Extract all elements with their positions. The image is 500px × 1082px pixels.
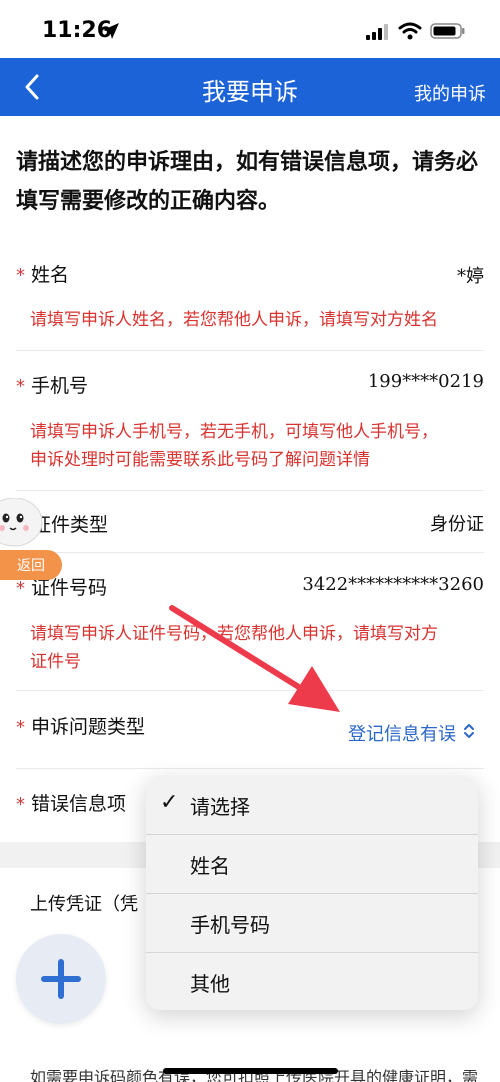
- mascot-icon: [0, 497, 43, 547]
- id-type-value[interactable]: 身份证: [430, 510, 484, 536]
- intro-text: 请描述您的申诉理由，如有错误信息项，请务必填写需要修改的正确内容。: [16, 150, 479, 214]
- dropdown-option-other[interactable]: 其他: [146, 953, 478, 1010]
- wifi-icon: [398, 22, 422, 44]
- navigation-bar: 我要申诉 我的申诉: [0, 58, 500, 116]
- chevron-updown-icon[interactable]: [462, 722, 476, 744]
- name-hint: 请填写申诉人姓名，若您帮他人申诉，请填写对方姓名: [30, 310, 438, 330]
- id-number-value[interactable]: 3422**********3260: [302, 574, 484, 595]
- issue-type-select[interactable]: 登记信息有误: [348, 720, 456, 746]
- phone-value[interactable]: 199****0219: [368, 371, 484, 392]
- location-arrow-icon: [102, 22, 120, 44]
- annotation-arrow-icon: [169, 605, 340, 712]
- status-bar: 11:26: [0, 0, 500, 58]
- add-photo-button[interactable]: [16, 934, 106, 1024]
- phone-field-label: * 手机号: [16, 375, 89, 397]
- name-field-label: * 姓名: [16, 264, 70, 286]
- my-appeals-link[interactable]: 我的申诉: [414, 80, 486, 106]
- floating-back-button[interactable]: 返回: [0, 550, 62, 580]
- required-mark: *: [16, 265, 25, 286]
- divider: [16, 350, 484, 351]
- plus-icon: [41, 959, 81, 999]
- dropdown-option-phone[interactable]: 手机号码: [146, 894, 478, 952]
- name-value[interactable]: *婷: [457, 262, 484, 288]
- upload-label: 上传凭证（凭: [30, 894, 138, 915]
- battery-icon: [430, 23, 466, 43]
- required-mark: *: [16, 376, 25, 397]
- phone-hint: 请填写申诉人手机号，若无手机，可填写他人手机号， 申诉处理时可能需要联系此号码了…: [30, 422, 438, 470]
- error-item-label: * 错误信息项: [16, 793, 127, 815]
- divider: [16, 552, 484, 553]
- divider: [16, 768, 484, 769]
- home-indicator: [163, 1068, 338, 1074]
- dropdown-menu: ✓ 请选择 姓名 手机号码 其他: [146, 776, 478, 1010]
- dropdown-option-please-select[interactable]: ✓ 请选择: [146, 776, 478, 834]
- cellular-signal-icon: [366, 24, 390, 44]
- issue-type-label: * 申诉问题类型: [16, 716, 146, 738]
- required-mark: *: [16, 794, 25, 815]
- checkmark-icon: ✓: [160, 790, 179, 815]
- divider: [16, 490, 484, 491]
- dropdown-option-name[interactable]: 姓名: [146, 835, 478, 893]
- required-mark: *: [16, 717, 25, 738]
